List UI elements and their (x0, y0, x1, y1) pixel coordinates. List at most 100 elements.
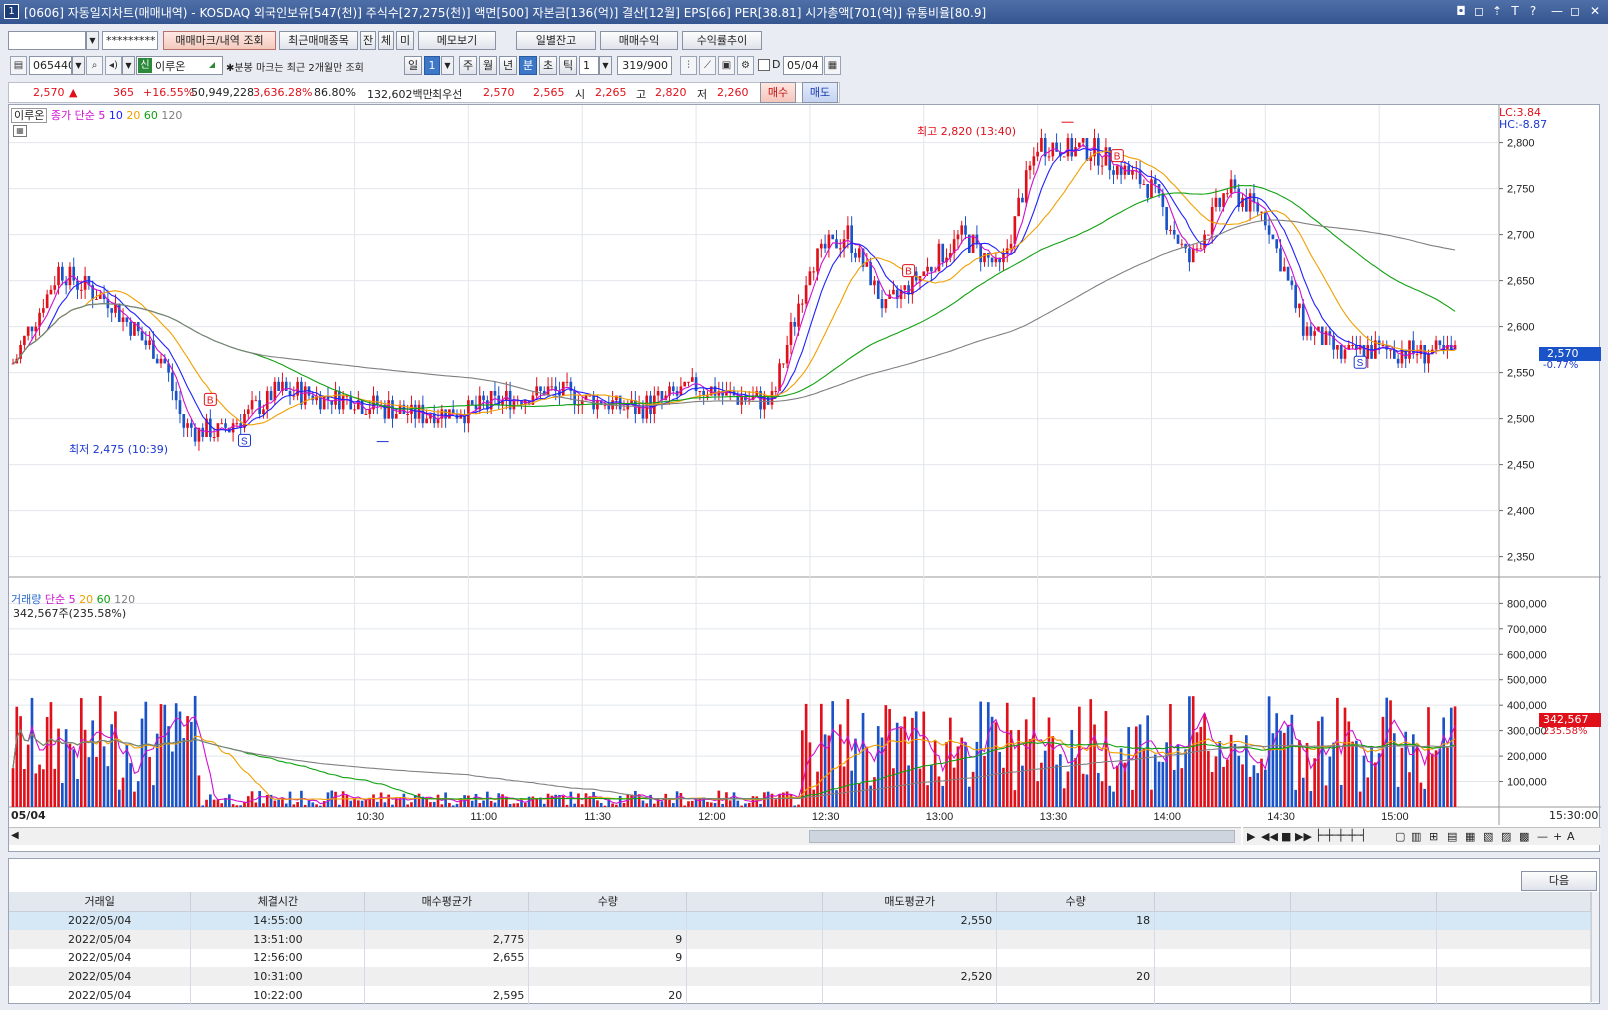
volume-bar (994, 722, 998, 807)
col-header-1[interactable]: 체결시간 (190, 892, 366, 912)
trade-profit-button[interactable]: 매매수익 (600, 31, 678, 50)
col-header-7[interactable] (1154, 892, 1292, 912)
view-icon-6[interactable]: ▧ (1483, 830, 1493, 843)
trade-mark-label: B (1114, 152, 1121, 163)
scroll-left-icon[interactable]: ◀ (11, 830, 19, 841)
period-dropdown-icon[interactable]: ▼ (441, 56, 454, 75)
volume-bar (1385, 697, 1389, 807)
period-year-button[interactable]: 년 (499, 56, 517, 75)
period-day-button[interactable]: 일 (404, 56, 422, 75)
table-header-row: 거래일 체결시간 매수평균가 수량 매도평균가 수량 (9, 892, 1592, 912)
zoom-in-icon[interactable]: + (1553, 830, 1562, 843)
view-icon-4[interactable]: ▤ (1447, 830, 1457, 843)
col-header-8[interactable] (1290, 892, 1437, 912)
candle-body (171, 372, 174, 391)
nav-last-icon[interactable]: ▶▶ (1295, 830, 1312, 843)
volume-bar (918, 768, 922, 807)
period-tick-button[interactable]: 틱 (559, 56, 577, 75)
balance-button[interactable]: 잔 (360, 31, 376, 50)
stock-chart[interactable]: 10:30 11:00 11:30 12:00 12:30 13:00 13:30 14:00… (9, 105, 1601, 853)
col-header-4[interactable] (686, 892, 824, 912)
stock-name-box[interactable]: 신 이루온 (136, 56, 223, 75)
period-value[interactable]: 1 (424, 56, 440, 75)
font-icon[interactable]: T (1508, 4, 1522, 18)
password-input[interactable]: ********* (102, 31, 158, 50)
maximize-icon[interactable]: ◻ (1568, 4, 1582, 18)
candle-icon[interactable]: ⫶ (680, 56, 697, 75)
table-row[interactable]: 2022/05/04 14:55:00 2,550 18 (9, 911, 1592, 930)
chart-area[interactable]: 10:30 11:00 11:30 12:00 12:30 13:00 13:30 14:00… (8, 104, 1601, 853)
date-input[interactable]: 05/04 (783, 56, 823, 75)
text-icon[interactable]: A (1567, 830, 1575, 843)
volume-bar (1115, 765, 1119, 807)
speaker-dropdown-icon[interactable]: ▼ (122, 56, 135, 75)
view-icon-2[interactable]: ▥ (1411, 830, 1421, 843)
account-dropdown-icon[interactable]: ▼ (86, 31, 99, 50)
bar-count-input[interactable]: 319/900 (617, 56, 672, 75)
col-header-3[interactable]: 수량 (528, 892, 688, 912)
zoom-slider[interactable]: ├─┼─┼─┼─┤ (1315, 829, 1367, 842)
calendar-icon[interactable]: ▦ (824, 56, 841, 75)
volume-bar (926, 785, 929, 807)
code-dropdown-icon[interactable]: ▼ (72, 56, 85, 75)
col-header-6[interactable]: 수량 (996, 892, 1156, 912)
layout-icon[interactable]: ▤ (10, 56, 27, 75)
search-icon[interactable]: ⌕ (86, 56, 103, 75)
candle-body (140, 331, 144, 341)
buy-button[interactable]: 매수 (760, 82, 796, 103)
volume-bar (857, 783, 861, 807)
col-header-5[interactable]: 매도평균가 (822, 892, 998, 912)
table-row[interactable]: 2022/05/04 10:22:00 2,595 20 (9, 986, 1592, 1005)
horizontal-scrollbar[interactable]: ◀ (9, 827, 1241, 845)
view-icon-7[interactable]: ▨ (1501, 830, 1511, 843)
table-row[interactable]: 2022/05/04 13:51:00 2,775 9 (9, 929, 1592, 949)
col-header-9[interactable] (1436, 892, 1592, 912)
view-icon-1[interactable]: ▢ (1395, 830, 1405, 843)
nav-first-icon[interactable]: ◀◀ (1261, 830, 1278, 843)
period-second-button[interactable]: 초 (539, 56, 557, 75)
draw-line-icon[interactable]: ⟋ (699, 56, 716, 75)
interval-input[interactable]: 1 (579, 56, 599, 75)
daily-balance-button[interactable]: 일별잔고 (516, 31, 596, 50)
view-icon-8[interactable]: ▩ (1519, 830, 1529, 843)
low-price: 2,260 (717, 86, 749, 99)
save-icon[interactable]: ▣ (718, 56, 735, 75)
stock-code-input[interactable]: 065440 (29, 56, 72, 75)
close-icon[interactable]: ✕ (1588, 4, 1602, 18)
nav-stop-icon[interactable]: ■ (1281, 830, 1291, 843)
window-icon-2[interactable]: ◻ (1472, 4, 1486, 18)
date-checkbox[interactable] (758, 59, 770, 71)
help-icon[interactable]: ? (1526, 4, 1540, 18)
restore-icon[interactable]: ◘ (1454, 4, 1468, 18)
view-icon-3[interactable]: ⊞ (1429, 830, 1438, 843)
pin-icon[interactable]: ⇡ (1490, 4, 1504, 18)
scroll-thumb[interactable] (809, 830, 1235, 843)
filled-button[interactable]: 체 (378, 31, 394, 50)
period-month-button[interactable]: 월 (479, 56, 497, 75)
view-icon-5[interactable]: ▦ (1465, 830, 1475, 843)
volume-bar (914, 711, 918, 807)
zoom-out-icon[interactable]: — (1537, 830, 1548, 843)
table-row[interactable]: 2022/05/04 10:31:00 2,520 20 (9, 967, 1592, 987)
settings-gear-icon[interactable]: ⚙ (737, 56, 754, 75)
recent-trades-button[interactable]: 최근매매종목 (279, 31, 358, 50)
table-row[interactable]: 2022/05/04 12:56:00 2,655 9 (9, 948, 1592, 968)
trade-mark-query-button[interactable]: 매매마크/내역 조회 (163, 31, 276, 50)
minimize-icon[interactable]: — (1550, 4, 1564, 18)
period-week-button[interactable]: 주 (459, 56, 477, 75)
unfilled-button[interactable]: 미 (396, 31, 414, 50)
vertical-scrollbar[interactable] (1591, 892, 1599, 1002)
memo-view-button[interactable]: 메모보기 (418, 31, 496, 50)
nav-play-icon[interactable]: ▶ (1247, 830, 1255, 843)
interval-dropdown-icon[interactable]: ▼ (599, 56, 612, 75)
account-select[interactable] (8, 31, 86, 50)
table-toggle-icon[interactable]: ▦ (13, 125, 27, 137)
next-button[interactable]: 다음 (1521, 871, 1597, 891)
period-minute-button[interactable]: 분 (519, 56, 537, 75)
sell-button[interactable]: 매도 (802, 82, 838, 103)
volume-bar (755, 796, 759, 807)
speaker-icon[interactable]: ◂) (105, 56, 122, 75)
col-header-2[interactable]: 매수평균가 (364, 892, 530, 912)
return-trend-button[interactable]: 수익률추이 (682, 31, 762, 50)
col-header-0[interactable]: 거래일 (9, 892, 192, 912)
